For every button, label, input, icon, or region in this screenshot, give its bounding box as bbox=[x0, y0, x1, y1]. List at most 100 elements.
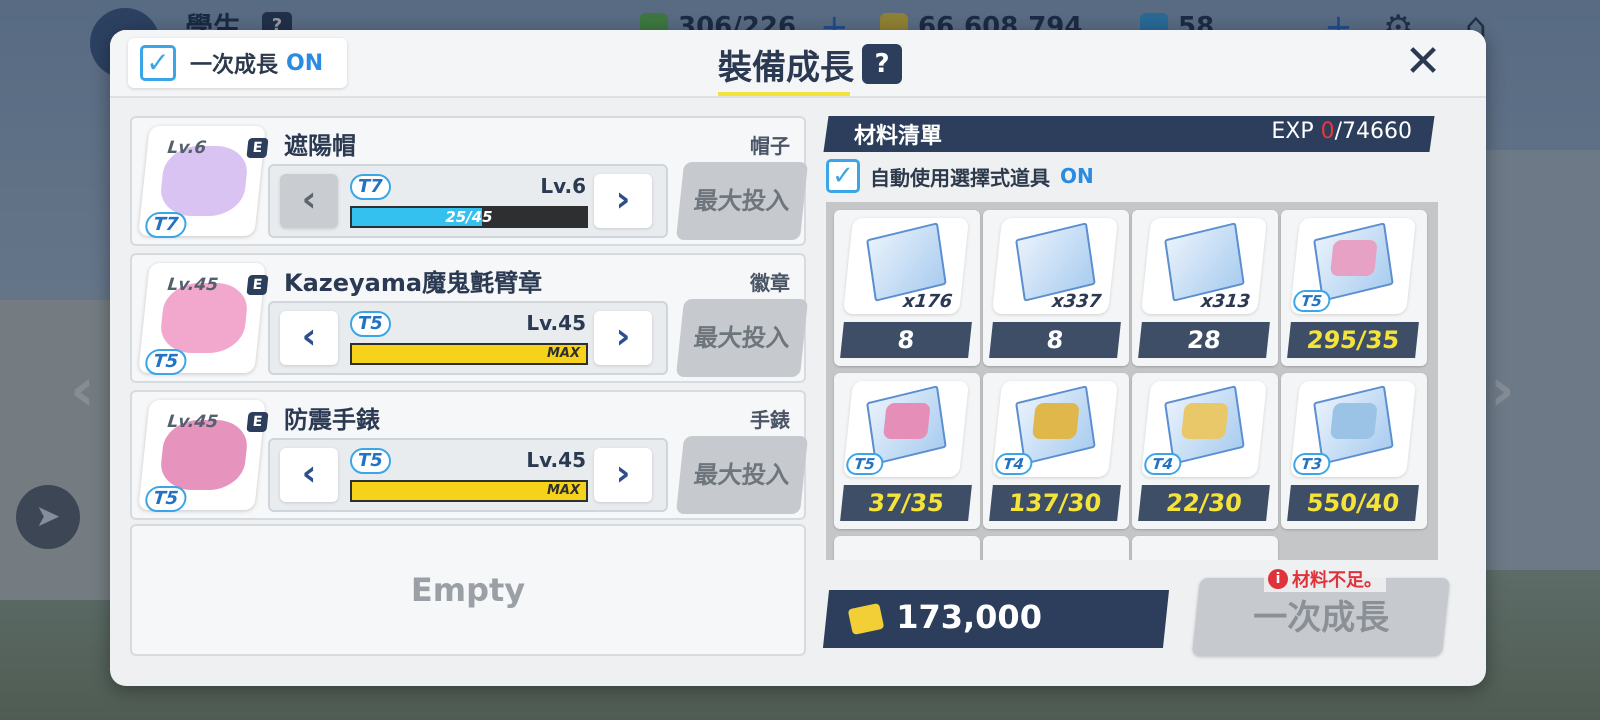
close-button[interactable]: ✕ bbox=[1400, 40, 1446, 86]
material-tier-badge: T4 bbox=[994, 453, 1034, 475]
material-stock: x313 bbox=[1199, 291, 1252, 312]
equipment-grade-badge: E bbox=[246, 412, 269, 432]
material-art: x176 bbox=[842, 218, 970, 314]
exp-progress-text: 25/45 bbox=[445, 208, 493, 226]
max-indicator: MAX bbox=[546, 346, 580, 361]
equipment-level-badge: Lv.45 bbox=[166, 412, 220, 432]
material-tier-badge: T5 bbox=[845, 453, 885, 475]
material-item[interactable] bbox=[1132, 536, 1278, 560]
exp-current: 0 bbox=[1320, 119, 1335, 144]
level-selector: ‹ T7 Lv.6 25/45 › bbox=[268, 164, 668, 238]
insufficient-materials-warning: i 材料不足。 bbox=[1264, 566, 1386, 592]
material-count: 295/35 bbox=[1287, 322, 1419, 358]
equipment-grade-badge: E bbox=[246, 275, 269, 295]
equipment-name: 防震手錶 bbox=[284, 406, 380, 434]
increase-tier-button[interactable]: › bbox=[594, 448, 652, 502]
material-count: 8 bbox=[989, 322, 1121, 358]
target-tier-badge: T5 bbox=[350, 311, 391, 337]
material-grid[interactable]: x176 8 x337 8 x313 28 T5 295/35 T5 37/35… bbox=[826, 202, 1438, 560]
decrease-tier-button[interactable]: ‹ bbox=[280, 448, 338, 502]
equipment-level-badge: Lv.6 bbox=[166, 138, 208, 158]
modal-title: 裝備成長 bbox=[718, 48, 854, 88]
equipment-tier-badge: T7 bbox=[144, 212, 188, 238]
credit-icon bbox=[847, 602, 885, 636]
blueprint-icon bbox=[866, 222, 947, 302]
material-item[interactable]: x337 8 bbox=[983, 210, 1129, 366]
material-stamp-icon bbox=[1031, 403, 1080, 439]
modal-help-button[interactable]: ? bbox=[862, 44, 902, 84]
material-item[interactable]: T3 550/40 bbox=[1281, 373, 1427, 529]
exp-progress-bar: MAX bbox=[350, 343, 588, 365]
target-level: Lv.45 bbox=[526, 448, 586, 472]
grow-button-label: 一次成長 bbox=[1253, 598, 1390, 638]
auto-use-toggle[interactable]: ✓ 自動使用選擇式道具 ON bbox=[826, 158, 1094, 194]
blueprint-icon bbox=[1164, 222, 1245, 302]
material-art: T4 bbox=[1140, 381, 1268, 477]
max-invest-button[interactable]: 最大投入 bbox=[675, 436, 809, 514]
increase-tier-button[interactable]: › bbox=[594, 311, 652, 365]
bulk-growth-state: ON bbox=[286, 50, 324, 76]
modal-header: ✓ 一次成長 ON 裝備成長 ? ✕ bbox=[110, 30, 1486, 98]
material-art: T5 bbox=[842, 381, 970, 477]
target-tier-badge: T7 bbox=[350, 174, 391, 200]
exp-readout: EXP 0/74660 bbox=[1272, 119, 1413, 144]
equipment-tier-badge: T5 bbox=[144, 349, 188, 375]
equipment-level-badge: Lv.45 bbox=[166, 275, 220, 295]
material-stamp-icon bbox=[1329, 403, 1378, 439]
material-stock: x337 bbox=[1050, 291, 1103, 312]
material-stamp-icon bbox=[1180, 403, 1229, 439]
material-tier-badge: T4 bbox=[1143, 453, 1183, 475]
equipment-tier-badge: T5 bbox=[144, 486, 188, 512]
increase-tier-button[interactable]: › bbox=[594, 174, 652, 228]
credit-cost-box: 173,000 bbox=[822, 590, 1170, 648]
material-count: 137/30 bbox=[989, 485, 1121, 521]
exp-progress-bar: MAX bbox=[350, 480, 588, 502]
material-item[interactable]: T5 37/35 bbox=[834, 373, 980, 529]
equipment-name: Kazeyama魔鬼氈臂章 bbox=[284, 269, 543, 297]
title-underline bbox=[718, 92, 850, 96]
auto-use-label: 自動使用選擇式道具 bbox=[870, 165, 1050, 190]
material-art: T4 bbox=[991, 381, 1119, 477]
bulk-growth-toggle[interactable]: ✓ 一次成長 ON bbox=[128, 38, 348, 88]
equipment-row: Lv.6 E T7 遮陽帽 帽子 ‹ T7 Lv.6 25/45 › 最大投入 bbox=[130, 116, 809, 246]
equipment-icon[interactable]: Lv.45 E T5 bbox=[138, 263, 269, 375]
material-item[interactable]: x313 28 bbox=[1132, 210, 1278, 366]
equipment-icon[interactable]: Lv.45 E T5 bbox=[138, 400, 269, 512]
material-tier-badge: T3 bbox=[1292, 453, 1332, 475]
material-count: 37/35 bbox=[840, 485, 972, 521]
material-item[interactable] bbox=[834, 536, 980, 560]
warning-text: 材料不足。 bbox=[1292, 570, 1382, 591]
material-item[interactable]: T4 137/30 bbox=[983, 373, 1129, 529]
exp-progress-bar: 25/45 bbox=[350, 206, 588, 228]
material-item[interactable]: T5 295/35 bbox=[1281, 210, 1427, 366]
material-count: 28 bbox=[1138, 322, 1270, 358]
exp-total: /74660 bbox=[1334, 119, 1413, 144]
max-invest-button[interactable]: 最大投入 bbox=[675, 162, 809, 240]
equipment-type: 手錶 bbox=[750, 408, 790, 432]
info-icon: i bbox=[1268, 569, 1288, 589]
auto-use-state: ON bbox=[1060, 164, 1094, 188]
equipment-icon[interactable]: Lv.6 E T7 bbox=[138, 126, 269, 238]
material-item[interactable]: x176 8 bbox=[834, 210, 980, 366]
equipment-type: 徽章 bbox=[750, 271, 790, 295]
target-level: Lv.6 bbox=[540, 174, 586, 198]
material-count: 22/30 bbox=[1138, 485, 1270, 521]
target-tier-badge: T5 bbox=[350, 448, 391, 474]
material-item[interactable] bbox=[983, 536, 1129, 560]
equipment-row: Lv.45 E T5 防震手錶 手錶 ‹ T5 Lv.45 MAX › 最大投入 bbox=[130, 390, 809, 520]
bulk-growth-checkbox[interactable]: ✓ bbox=[140, 45, 176, 81]
empty-equipment-slot: Empty bbox=[130, 524, 806, 656]
max-invest-button[interactable]: 最大投入 bbox=[675, 299, 809, 377]
bulk-growth-label: 一次成長 bbox=[190, 53, 279, 78]
material-art: T5 bbox=[1289, 218, 1417, 314]
material-art: x313 bbox=[1140, 218, 1268, 314]
auto-use-checkbox[interactable]: ✓ bbox=[826, 159, 860, 193]
decrease-tier-button[interactable]: ‹ bbox=[280, 174, 338, 228]
material-list-title: 材料清單 bbox=[854, 124, 943, 149]
credit-cost-value: 173,000 bbox=[896, 598, 1042, 636]
decrease-tier-button[interactable]: ‹ bbox=[280, 311, 338, 365]
equipment-grade-badge: E bbox=[246, 138, 269, 158]
material-item[interactable]: T4 22/30 bbox=[1132, 373, 1278, 529]
equipment-name: 遮陽帽 bbox=[284, 132, 356, 160]
level-selector: ‹ T5 Lv.45 MAX › bbox=[268, 301, 668, 375]
